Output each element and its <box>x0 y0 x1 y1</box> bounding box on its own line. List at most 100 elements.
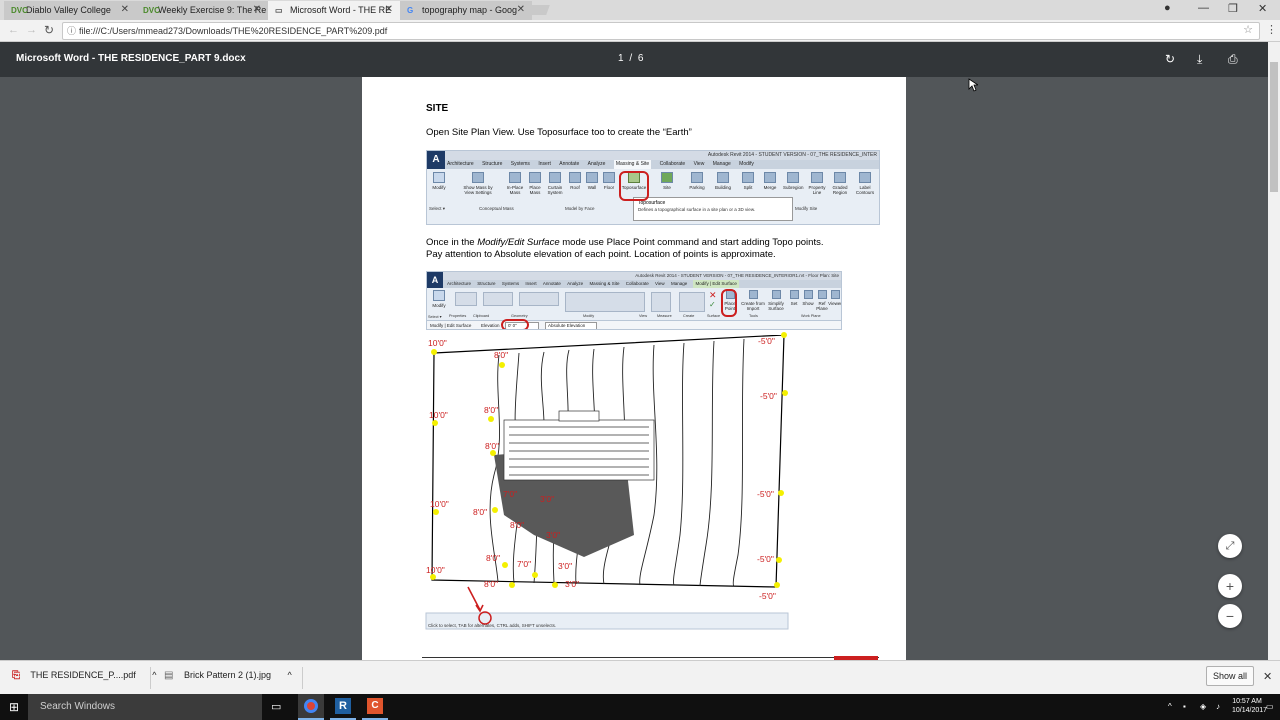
ribbon-group-label: Select ▾ <box>429 206 446 211</box>
toposurface-highlight-circle <box>619 171 649 201</box>
ribbon-btn-label-contours: Label Contours <box>855 172 875 195</box>
red-arrow <box>467 586 484 613</box>
tab-topography-map[interactable]: G topography map - Goog ✕ <box>400 1 532 20</box>
current-page[interactable]: 1 <box>618 53 624 64</box>
elevation-label: 7'0" <box>517 559 532 569</box>
chrome-icon <box>304 699 318 713</box>
elevation-label: 10'0" <box>429 410 448 420</box>
ribbon-tab: Structure <box>482 161 503 167</box>
tab-weekly-exercise[interactable]: DVC Weekly Exercise 9: The Re ✕ <box>136 1 268 20</box>
elevation-label: 8'0" <box>510 520 525 530</box>
topo-point <box>778 490 784 496</box>
tab-diablo-valley[interactable]: DVC Diablo Valley College ✕ <box>4 1 136 20</box>
download-item-jpg[interactable]: ▤ Brick Pattern 2 (1).jpg ^ <box>164 670 292 681</box>
ribbon-btn-building: Building <box>713 172 733 190</box>
ribbon-tab-massing-site: Massing & Site <box>613 160 652 169</box>
shelf-divider <box>150 667 151 689</box>
ribbon-btn-set: Set <box>787 290 801 306</box>
back-icon[interactable]: ← <box>8 24 19 36</box>
elevation-label: -5'0" <box>757 554 774 564</box>
close-tab-icon[interactable]: ✕ <box>517 1 525 19</box>
task-view-icon[interactable]: ▭ <box>271 700 281 713</box>
revit-status-text: Click to select, TAB for alternates, CTR… <box>428 623 557 628</box>
notifications-icon[interactable]: ▭ <box>1266 702 1274 711</box>
elevation-label: 8'0" <box>484 405 499 415</box>
ribbon-btn-split: Split <box>738 172 758 190</box>
ribbon-tab: Massing & Site <box>589 281 620 286</box>
revit-logo-icon: A <box>427 272 443 288</box>
menu-icon[interactable]: ⋮ <box>1266 23 1277 36</box>
address-bar[interactable]: ⓘ file:///C:/Users/mmead273/Downloads/TH… <box>62 22 1260 40</box>
print-icon[interactable]: ⎙ <box>1228 52 1238 67</box>
profile-icon[interactable]: ● <box>1164 2 1171 14</box>
system-clock[interactable]: 10:57 AM 10/14/2017 <box>1232 697 1267 715</box>
browser-toolbar: ← → ↻ ⓘ file:///C:/Users/mmead273/Downlo… <box>0 20 1280 42</box>
chrome-taskbar-button[interactable] <box>298 694 324 720</box>
tray-app-icon[interactable]: ▪ <box>1183 702 1186 711</box>
elevation-label: 3'0" <box>546 530 561 540</box>
topo-point <box>488 416 494 422</box>
download-item-pdf[interactable]: ⎘ THE RESIDENCE_P....pdf ^ <box>12 670 156 681</box>
zoom-in-button[interactable]: + <box>1218 574 1242 598</box>
elevation-label: 3'0" <box>565 579 580 589</box>
chevron-up-icon[interactable]: ^ <box>152 670 156 680</box>
revit-taskbar-button[interactable]: R <box>330 694 356 720</box>
download-icon[interactable]: ⤓ <box>1197 52 1202 67</box>
ribbon-tab: Systems <box>510 161 530 167</box>
elevation-label: 8'0" <box>494 350 509 360</box>
close-shelf-icon[interactable]: ✕ <box>1263 670 1272 683</box>
fit-page-button[interactable]: ⤢ <box>1218 534 1242 558</box>
reload-icon[interactable]: ↻ <box>44 23 54 37</box>
network-icon[interactable]: ◈ <box>1200 702 1206 711</box>
volume-icon[interactable]: ♪ <box>1216 702 1220 711</box>
shelf-divider <box>302 667 303 689</box>
ribbon-btn-graded-region: Graded Region <box>830 172 850 195</box>
building-roof <box>503 410 655 481</box>
rotate-icon[interactable]: ↻ <box>1165 52 1175 66</box>
topo-point <box>776 557 782 563</box>
zoom-out-button[interactable]: − <box>1218 604 1242 628</box>
forward-icon[interactable]: → <box>26 24 37 36</box>
topo-point <box>431 349 437 355</box>
ribbon-btn-site: Site <box>657 172 677 190</box>
ribbon-tab: Annotate <box>559 161 580 167</box>
page-info-icon[interactable]: ⓘ <box>67 23 76 39</box>
app-taskbar-button[interactable]: C <box>362 694 388 720</box>
revit-ribbon-screenshot-1: A Autodesk Revit 2014 - STUDENT VERSION … <box>426 150 880 225</box>
tray-chevron-icon[interactable]: ^ <box>1168 702 1172 711</box>
chevron-up-icon[interactable]: ^ <box>288 670 292 680</box>
close-tab-icon[interactable]: ✕ <box>253 1 261 19</box>
windows-start-icon[interactable]: ⊞ <box>9 700 19 714</box>
elevation-label: -5'0" <box>757 489 774 499</box>
minimize-icon[interactable]: — <box>1198 2 1209 14</box>
ribbon-tab: Annotate <box>542 281 561 286</box>
elevation-label: 8'0" <box>485 441 500 451</box>
topo-point <box>432 420 438 426</box>
bookmark-star-icon[interactable]: ☆ <box>1243 22 1253 38</box>
topo-point <box>499 362 505 368</box>
close-tab-icon[interactable]: ✕ <box>121 1 129 19</box>
ribbon-group-label: Conceptual Mass <box>479 206 514 211</box>
screen-capture-app-icon: C <box>367 698 383 714</box>
topo-point <box>509 582 515 588</box>
topo-point <box>532 572 538 578</box>
tab-microsoft-word-pdf[interactable]: ▭ Microsoft Word - THE RE ✕ <box>268 1 400 20</box>
tab-label: Diablo Valley College <box>26 5 111 15</box>
elevation-label: 10'0" <box>430 499 449 509</box>
revit-options-bar: Modify | Edit Surface Elevation 0' 0" Ab… <box>427 320 841 329</box>
place-point-highlight-circle <box>721 289 737 317</box>
close-tab-icon[interactable]: ✕ <box>385 1 393 19</box>
scrollbar-thumb[interactable] <box>1270 62 1278 192</box>
close-window-icon[interactable]: ✕ <box>1258 2 1267 15</box>
topo-point <box>552 582 558 588</box>
show-all-downloads-button[interactable]: Show all <box>1206 666 1254 686</box>
ribbon-btn-merge: Merge <box>760 172 780 190</box>
revit-ribbon-tabs: Architecture Structure Systems Insert An… <box>427 280 841 288</box>
ribbon-group-label: Modify Site <box>795 206 818 211</box>
taskbar-search-box[interactable]: Search Windows <box>28 694 262 720</box>
maximize-icon[interactable]: ❐ <box>1228 2 1238 15</box>
topo-point <box>774 582 780 588</box>
new-tab-button[interactable] <box>526 5 550 15</box>
vertical-scrollbar[interactable] <box>1268 42 1280 660</box>
ribbon-tab-modify-edit-surface: Modify | Edit Surface <box>693 280 739 288</box>
